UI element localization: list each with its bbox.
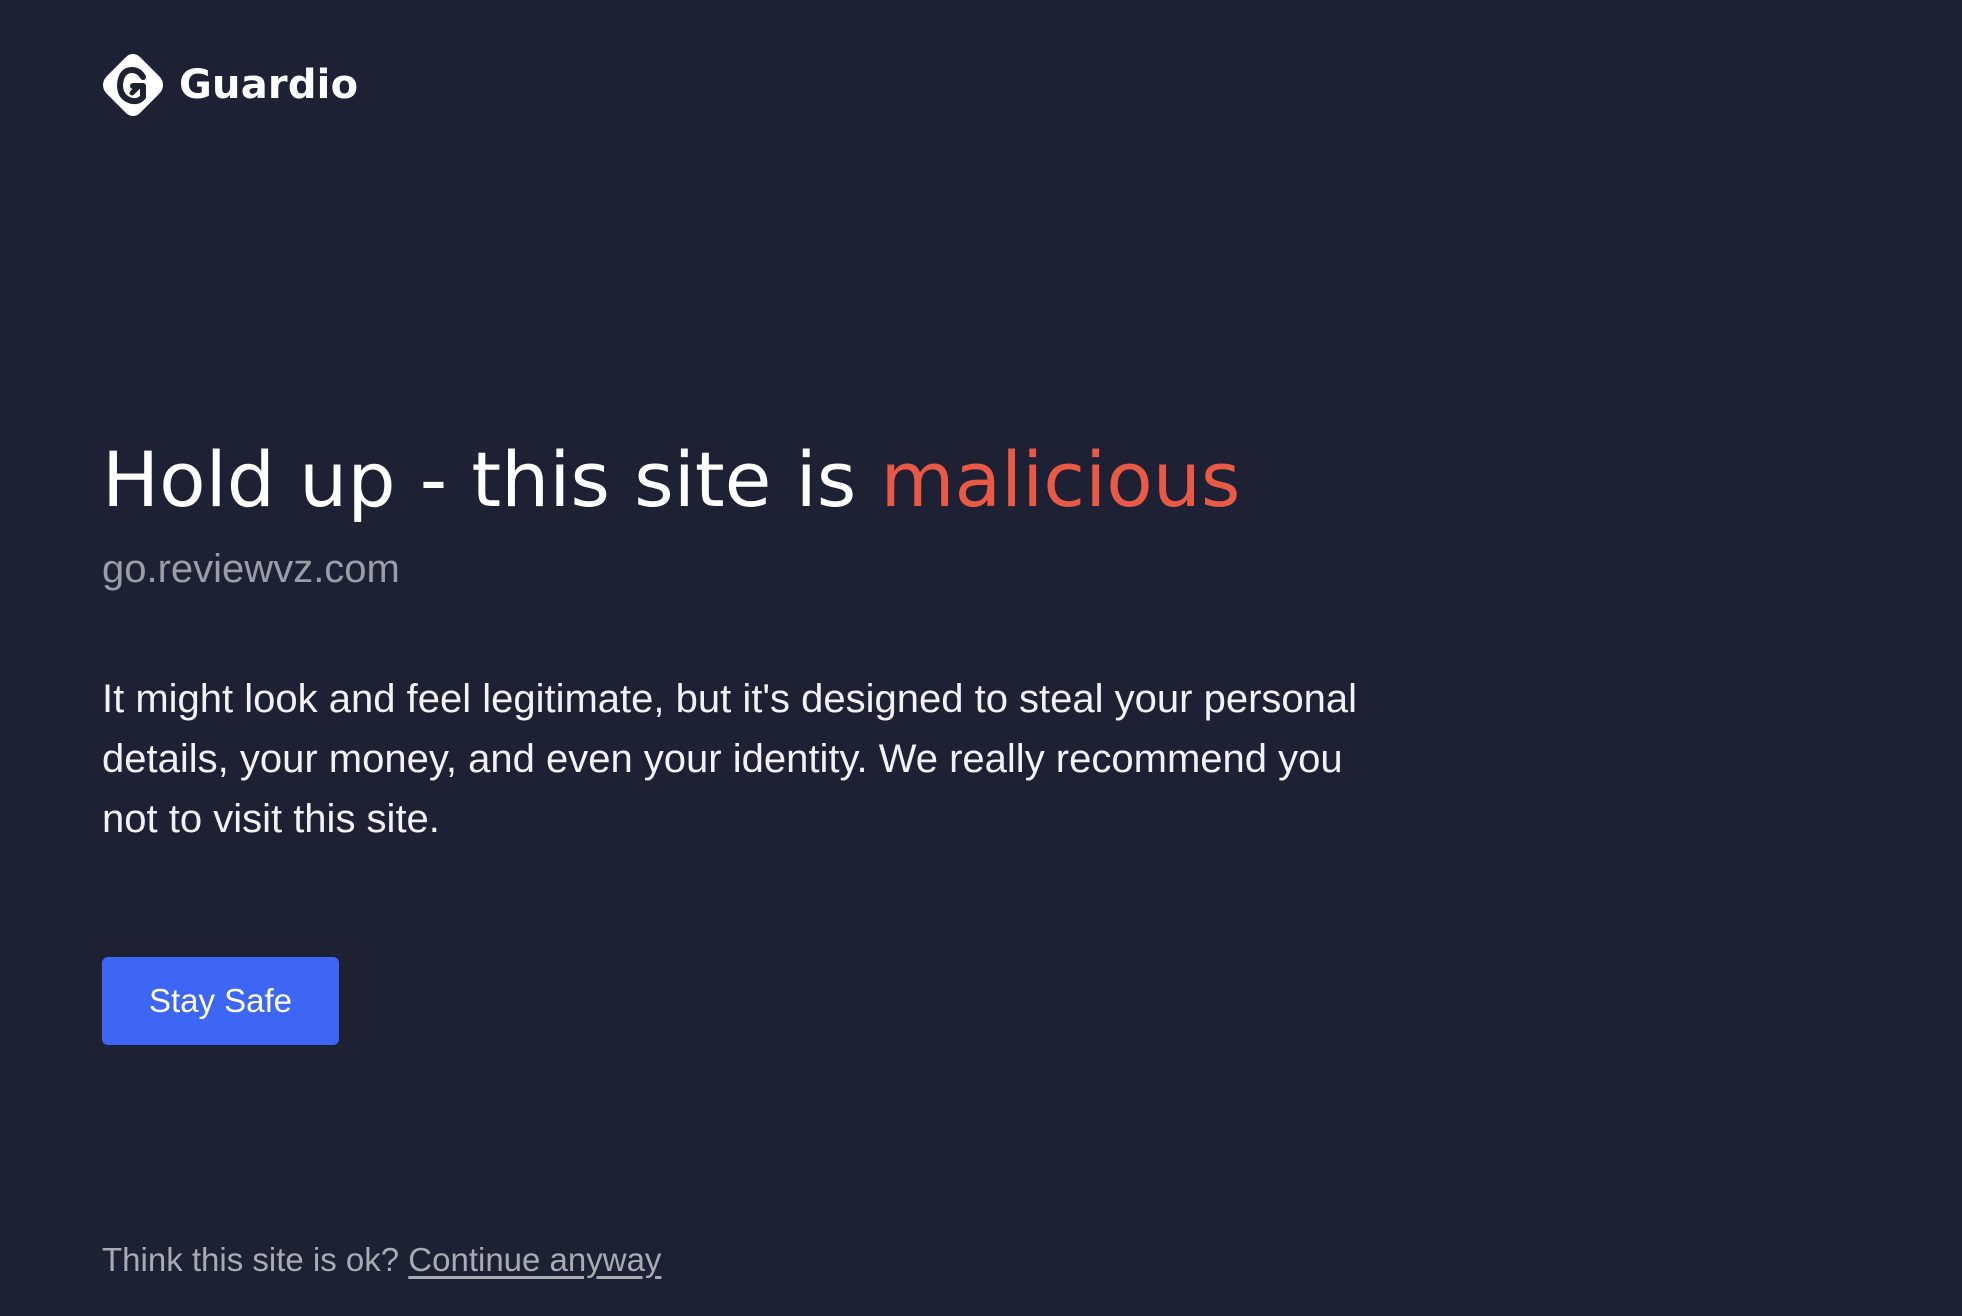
- blocked-domain: go.reviewvz.com: [102, 547, 400, 591]
- guardio-shield-icon: [103, 54, 163, 116]
- warning-content: Hold up - this site is malicious go.revi…: [102, 430, 1402, 849]
- brand-name: Guardio: [179, 62, 359, 108]
- headline-emphasis: malicious: [880, 435, 1241, 524]
- continue-anyway-link[interactable]: Continue anyway: [408, 1241, 661, 1278]
- stay-safe-button[interactable]: Stay Safe: [102, 957, 339, 1045]
- brand-logo: Guardio: [101, 52, 358, 118]
- footer-prompt: Think this site is ok? Continue anyway: [102, 1238, 661, 1282]
- warning-description: It might look and feel legitimate, but i…: [102, 677, 1358, 841]
- headline-prefix: Hold up - this site is: [102, 435, 881, 524]
- footer-question: Think this site is ok?: [102, 1241, 409, 1278]
- warning-headline: Hold up - this site is malicious: [102, 430, 1402, 530]
